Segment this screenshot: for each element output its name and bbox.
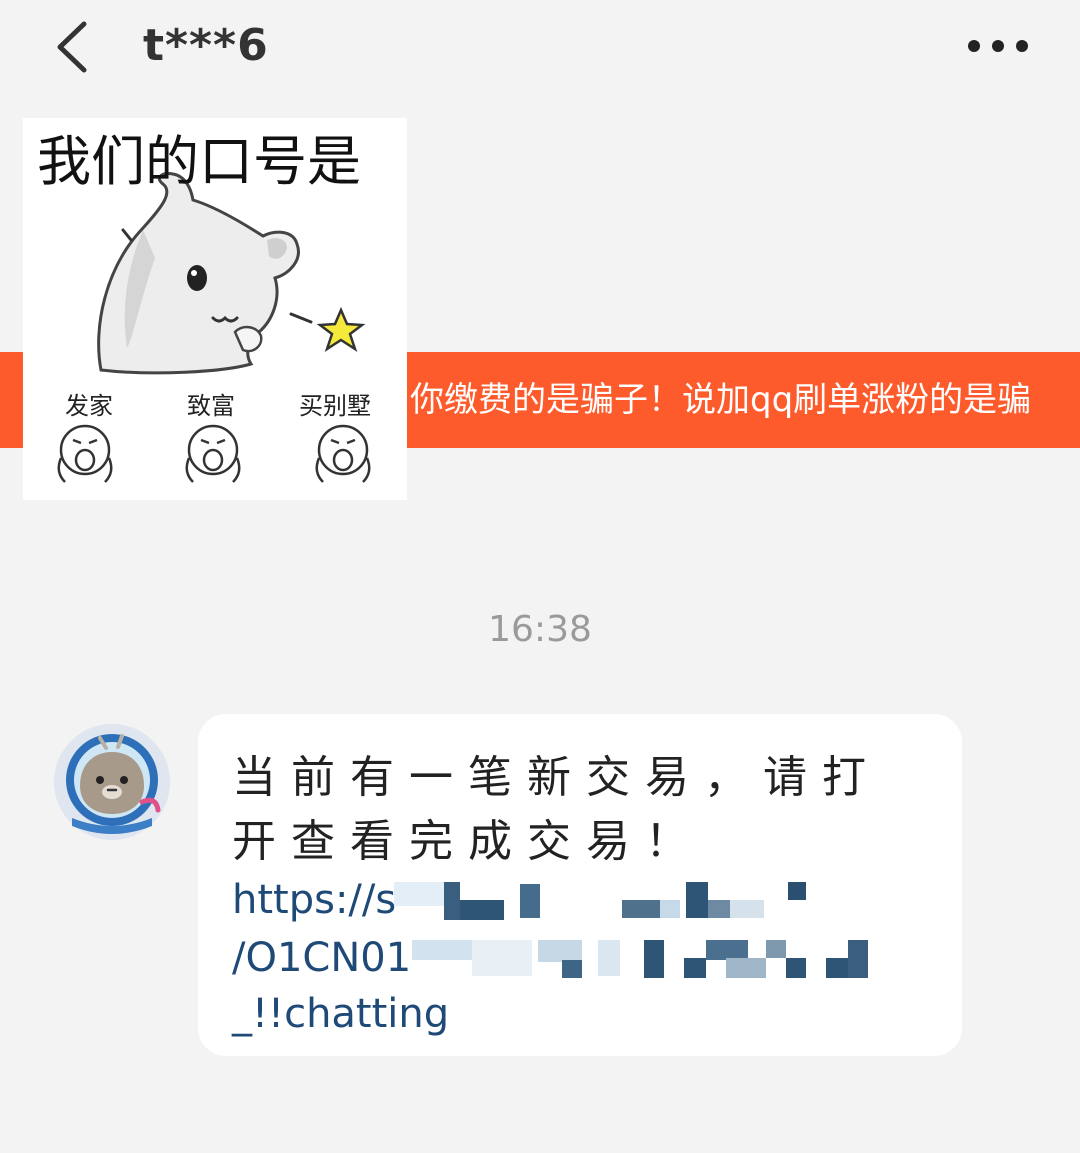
mosaic-block	[460, 900, 504, 920]
more-options-button[interactable]	[964, 24, 1044, 68]
mosaic-block	[788, 882, 806, 900]
chevron-left-icon	[57, 21, 87, 73]
more-dot	[992, 40, 1004, 52]
seal-avatar-icon	[54, 724, 170, 840]
mosaic-block	[472, 940, 532, 976]
scam-warning-text: 你缴费的是骗子！说加qq刷单涨粉的是骗	[410, 380, 1032, 420]
sticker-title-text: 我们的口号是	[37, 130, 361, 193]
mosaic-block	[786, 958, 806, 978]
mosaic-block	[848, 940, 868, 978]
message-text: 当前有一笔新交易，请打开查看完成交易！	[232, 752, 881, 867]
mosaic-block	[598, 940, 620, 976]
sticker-face-1	[57, 424, 113, 483]
mosaic-block	[726, 958, 766, 978]
mosaic-block	[562, 960, 582, 978]
mosaic-block	[622, 900, 662, 918]
mosaic-block	[686, 882, 708, 918]
more-dot	[1016, 40, 1028, 52]
sticker-word-3: 买别墅	[299, 392, 371, 420]
sticker-face-3	[315, 424, 371, 483]
mosaic-block	[444, 882, 460, 920]
message-link-line1[interactable]: https://s	[232, 872, 932, 928]
mosaic-block	[766, 940, 786, 958]
chat-header: t***6	[0, 0, 1080, 100]
mosaic-block	[730, 900, 764, 918]
mosaic-block	[644, 940, 664, 978]
sticker-word-2: 致富	[187, 392, 235, 420]
sticker-image[interactable]: 我们的口号是 发家 致富 买别墅	[23, 118, 407, 500]
chat-title: t***6	[143, 20, 269, 71]
more-dots-icon	[968, 40, 980, 52]
mosaic-block	[520, 884, 540, 918]
mosaic-block	[706, 940, 748, 960]
mosaic-block	[538, 940, 582, 962]
message-timestamp: 16:38	[488, 609, 592, 650]
mosaic-block	[826, 958, 848, 978]
message-bubble[interactable]: 当前有一笔新交易，请打开查看完成交易！ https://s /O1CN01 _!…	[198, 714, 962, 1056]
sender-avatar[interactable]	[52, 722, 172, 842]
mosaic-block	[412, 940, 472, 960]
mosaic-block	[660, 900, 680, 918]
back-button[interactable]	[40, 14, 110, 80]
mosaic-block	[708, 900, 730, 918]
sticker-face-2	[185, 424, 241, 483]
mosaic-block	[394, 882, 446, 906]
message-link-line3[interactable]: _!!chatting	[232, 986, 932, 1042]
mosaic-block	[684, 958, 706, 978]
sticker-word-1: 发家	[65, 392, 113, 420]
